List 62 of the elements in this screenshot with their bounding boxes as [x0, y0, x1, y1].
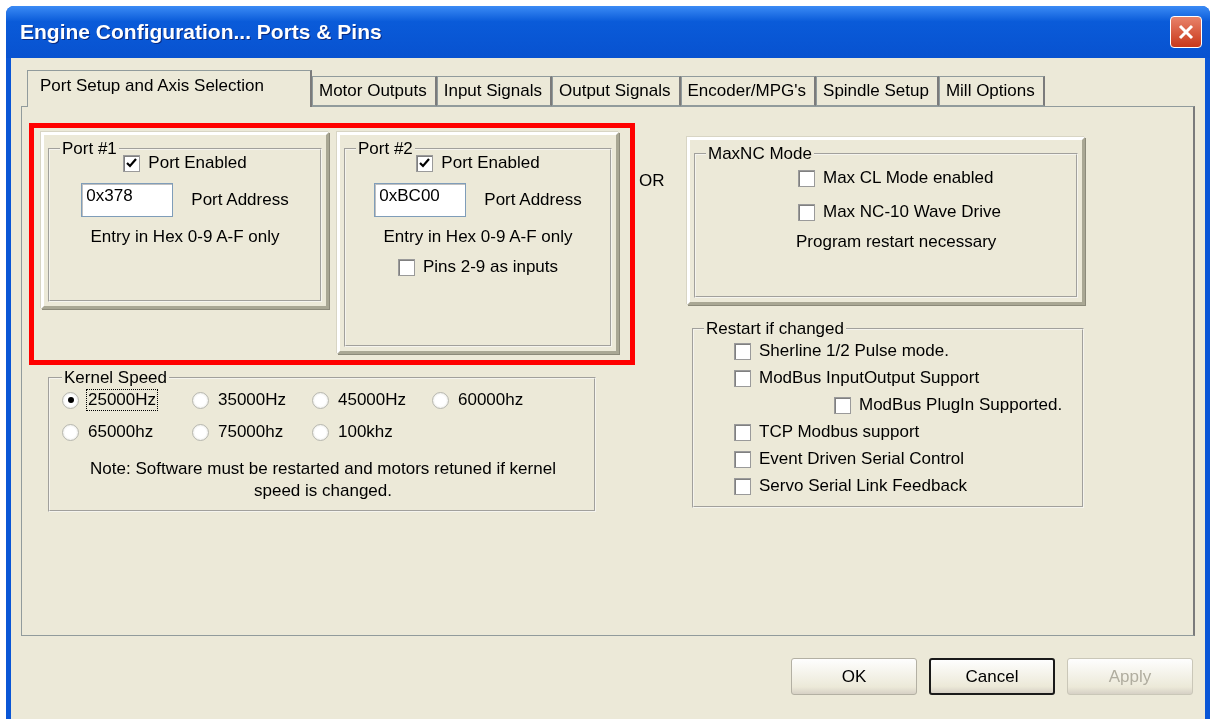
close-icon: [1178, 24, 1194, 40]
hint-text: Entry in Hex 0-9 A-F only: [383, 227, 573, 247]
field-label: Port Address: [484, 190, 582, 210]
tab[interactable]: Mill Options: [938, 76, 1045, 106]
checkbox-label: Port Enabled: [441, 153, 540, 173]
group-title: Port #1: [61, 139, 118, 159]
note-text: Program restart necessary: [796, 232, 997, 252]
group-title: MaxNC Mode: [707, 144, 813, 164]
radio-label: 45000Hz: [337, 390, 408, 410]
radio-label: 65000hz: [87, 422, 155, 442]
checkbox[interactable]: [734, 450, 751, 468]
group-title: Port #2: [357, 139, 414, 159]
label-fragment: OR: [639, 171, 665, 191]
hint-text: Entry in Hex 0-9 A-F only: [90, 227, 280, 247]
radio-button[interactable]: [192, 391, 209, 409]
checkbox[interactable]: [734, 369, 751, 387]
radio-label: 75000hz: [217, 422, 285, 442]
checkbox[interactable]: [798, 203, 815, 221]
tab[interactable]: Input Signals: [436, 76, 552, 106]
checkbox-label: ModBus InputOutput Support: [759, 368, 980, 388]
checkbox-label: Port Enabled: [148, 153, 247, 173]
dialog-button[interactable]: Cancel: [929, 658, 1055, 695]
checkbox-label: TCP Modbus support: [759, 422, 920, 442]
dialog-button[interactable]: OK: [791, 658, 917, 695]
radio-button[interactable]: [62, 391, 79, 409]
radio-button[interactable]: [312, 423, 329, 441]
radio-button[interactable]: [62, 423, 79, 441]
radio-label: 25000Hz: [87, 390, 158, 410]
checkbox-label: Sherline 1/2 Pulse mode.: [759, 341, 949, 361]
radio-label: 100khz: [337, 422, 394, 442]
tab[interactable]: Spindle Setup: [816, 76, 939, 106]
window-title: Engine Configuration... Ports & Pins: [20, 20, 382, 44]
checkbox-label: Pins 2-9 as inputs: [422, 257, 559, 277]
checkbox-label: Max CL Mode enabled: [823, 168, 994, 188]
checkbox[interactable]: [834, 396, 851, 414]
checkbox[interactable]: [734, 477, 751, 495]
checkbox[interactable]: [397, 258, 415, 276]
checkbox[interactable]: [123, 154, 141, 172]
tab[interactable]: Port Setup and Axis Selection: [27, 70, 312, 107]
checkbox[interactable]: [416, 154, 434, 172]
address-field[interactable]: 0x378: [81, 183, 174, 217]
radio-label: 60000hz: [457, 390, 525, 410]
note-text: Note: Software must be restarted and motors retuned if kernel speed is changed.: [89, 458, 557, 502]
group-title: Kernel Speed: [63, 368, 169, 388]
field-label: Port Address: [191, 190, 289, 210]
tab[interactable]: Encoder/MPG's: [680, 76, 817, 106]
checkbox[interactable]: [734, 342, 751, 360]
checkbox[interactable]: [734, 423, 751, 441]
checkbox-label: Event Driven Serial Control: [759, 449, 965, 469]
checkbox-label: ModBus PlugIn Supported.: [859, 395, 1063, 415]
radio-button[interactable]: [312, 391, 329, 409]
close-button[interactable]: [1170, 16, 1202, 48]
radio-label: 35000Hz: [217, 390, 288, 410]
checkbox[interactable]: [798, 169, 815, 187]
radio-button[interactable]: [432, 391, 449, 409]
group-title: Restart if changed: [705, 319, 845, 339]
tab[interactable]: Motor Outputs: [312, 76, 437, 106]
address-field[interactable]: 0xBC00: [374, 183, 467, 217]
tab[interactable]: Output Signals: [552, 76, 681, 106]
radio-button[interactable]: [192, 423, 209, 441]
checkbox-label: Max NC-10 Wave Drive: [823, 202, 1001, 222]
checkbox-label: Servo Serial Link Feedback: [759, 476, 967, 496]
